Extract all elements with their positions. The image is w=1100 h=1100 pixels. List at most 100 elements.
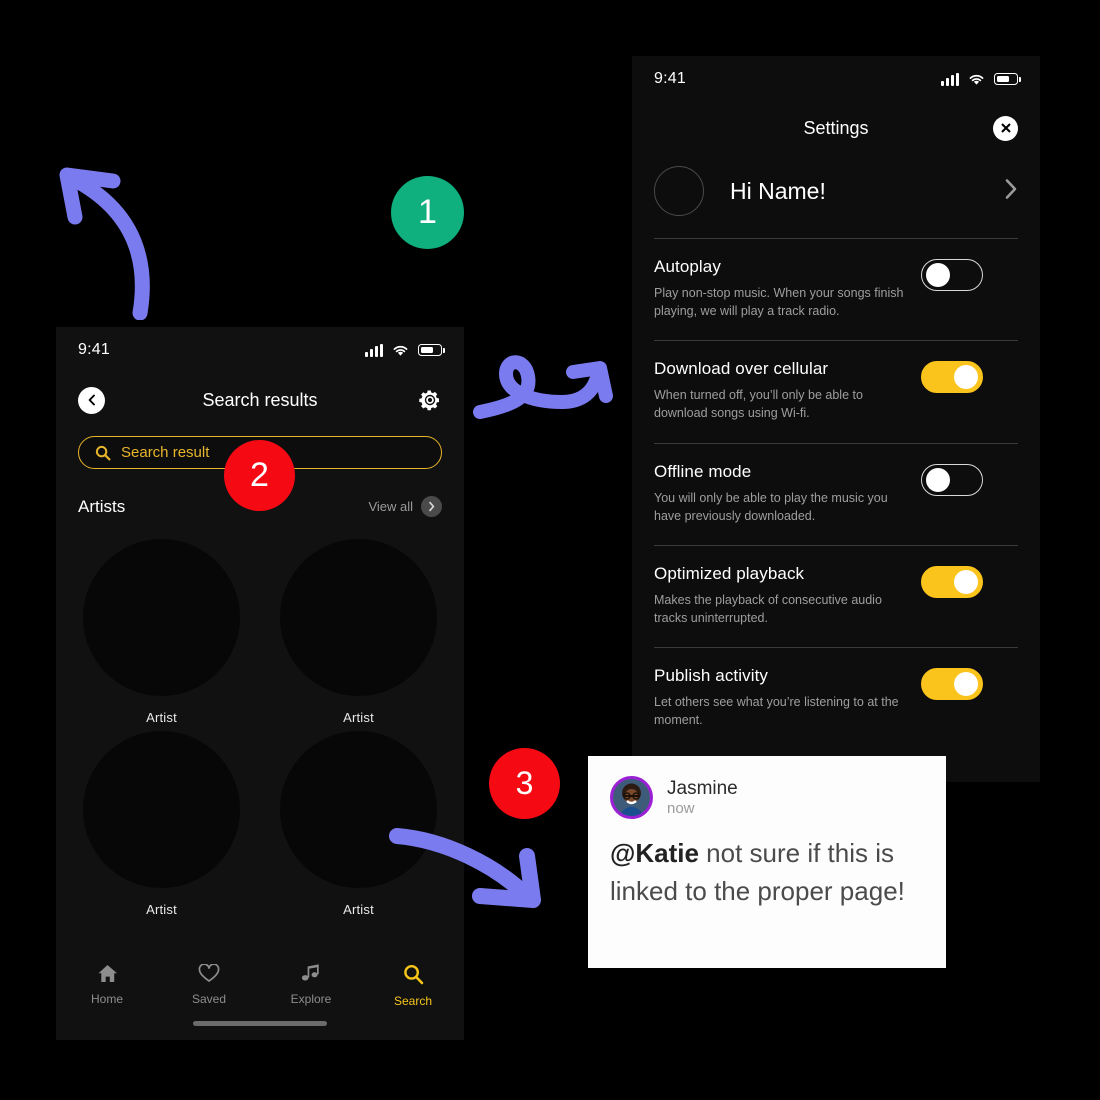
status-bar: 9:41 <box>632 56 1040 102</box>
artist-name: Artist <box>146 902 177 917</box>
heart-icon <box>198 964 220 982</box>
artist-card[interactable]: Artist <box>78 731 245 917</box>
setting-description: You will only be able to play the music … <box>654 490 888 523</box>
artist-card[interactable]: Artist <box>275 731 442 917</box>
artist-name: Artist <box>343 710 374 725</box>
artist-name: Artist <box>343 902 374 917</box>
setting-label: Download over cellular <box>654 359 829 379</box>
setting-text: Download over cellular When turned off, … <box>654 359 909 422</box>
cellular-bars-icon <box>941 72 959 86</box>
toggle-optimized-playback[interactable] <box>921 565 983 598</box>
search-icon <box>403 964 423 985</box>
tab-label: Home <box>90 992 123 1006</box>
annotation-badge-1[interactable]: 1 <box>391 176 464 249</box>
setting-row-download-over-cellular: Download over cellular When turned off, … <box>632 341 1040 442</box>
tab-label: Explore <box>290 992 332 1006</box>
artist-grid: Artist Artist Artist Artist <box>78 539 442 917</box>
toggle-knob <box>926 263 950 287</box>
gear-icon <box>419 390 440 411</box>
status-bar-icons <box>365 343 445 357</box>
status-bar-time: 9:41 <box>654 70 686 87</box>
chevron-right-icon <box>421 496 442 517</box>
toggle-publish-activity[interactable] <box>921 668 983 700</box>
settings-header: Settings <box>632 102 1040 154</box>
badge-number: 3 <box>515 765 534 801</box>
section-title: Artists <box>78 496 126 516</box>
artist-avatar <box>83 731 240 888</box>
setting-text: Offline mode You will only be able to pl… <box>654 462 909 525</box>
artist-name: Artist <box>146 710 177 725</box>
setting-label: Optimized playback <box>654 563 805 583</box>
toggle-knob <box>926 467 950 492</box>
settings-phone-mockup: 9:41 Settings Hi Name! Autoplay Play non… <box>632 56 1040 782</box>
tab-home[interactable]: Home <box>56 964 158 1006</box>
wifi-icon <box>393 345 408 356</box>
arrow-loop-right-icon <box>473 355 613 419</box>
avatar <box>610 776 653 819</box>
setting-description: Let others see what you’re listening to … <box>654 695 899 728</box>
chevron-left-icon <box>88 394 95 406</box>
music-note-icon <box>301 964 319 981</box>
badge-number: 2 <box>250 456 269 494</box>
home-icon <box>98 965 117 982</box>
annotation-badge-2[interactable]: 2 <box>224 440 295 511</box>
view-all-label: View all <box>368 499 413 514</box>
toggle-download-over-cellular[interactable] <box>921 361 983 394</box>
setting-text: Autoplay Play non-stop music. When your … <box>654 257 909 320</box>
artist-card[interactable]: Artist <box>78 539 245 725</box>
toggle-autoplay[interactable] <box>921 259 983 291</box>
toggle-knob <box>954 569 978 594</box>
setting-text: Optimized playback Makes the playback of… <box>654 564 909 627</box>
toggle-offline-mode[interactable] <box>921 463 983 496</box>
screenshot-canvas: 9:41 Search results Search result Artist… <box>0 0 1100 1100</box>
toggle-knob <box>954 672 978 696</box>
status-bar: 9:41 <box>56 327 464 373</box>
comment-body: @Katie not sure if this is linked to the… <box>610 835 924 910</box>
artist-card[interactable]: Artist <box>275 539 442 725</box>
profile-greeting: Hi Name! <box>730 177 826 204</box>
artist-avatar <box>280 731 437 888</box>
tab-search[interactable]: Search <box>362 964 464 1008</box>
comment-mention[interactable]: @Katie <box>610 838 699 868</box>
setting-description: Makes the playback of consecutive audio … <box>654 592 882 625</box>
chevron-right-icon <box>1004 178 1018 205</box>
tab-saved[interactable]: Saved <box>158 964 260 1006</box>
search-results-phone-mockup: 9:41 Search results Search result Artist… <box>56 327 464 1040</box>
setting-description: When turned off, you’ll only be able to … <box>654 388 863 421</box>
tab-explore[interactable]: Explore <box>260 964 362 1006</box>
tab-label: Saved <box>191 992 227 1006</box>
user-photo-avatar-icon <box>613 779 650 816</box>
artist-avatar <box>280 539 437 696</box>
page-title: Search results <box>202 389 318 410</box>
battery-icon <box>418 344 445 356</box>
setting-description: Play non-stop music. When your songs fin… <box>654 286 904 319</box>
setting-row-publish-activity: Publish activity Let others see what you… <box>632 648 1040 749</box>
wifi-icon <box>969 74 984 85</box>
toggle-knob <box>954 365 978 390</box>
comment-author-block: Jasmine now <box>667 778 738 818</box>
tab-label: Search <box>393 994 433 1008</box>
setting-label: Publish activity <box>654 666 769 685</box>
badge-number: 1 <box>418 193 437 231</box>
close-button[interactable] <box>993 115 1018 141</box>
search-input-value: Search result <box>121 444 210 461</box>
comment-timestamp: now <box>667 800 695 818</box>
annotation-badge-3[interactable]: 3 <box>489 748 560 819</box>
comment-author: Jasmine <box>667 777 738 799</box>
settings-title: Settings <box>803 117 869 138</box>
settings-gear-button[interactable] <box>418 388 442 412</box>
avatar <box>654 166 704 216</box>
setting-row-offline-mode: Offline mode You will only be able to pl… <box>632 444 1040 545</box>
battery-icon <box>994 73 1021 85</box>
comment-card: Jasmine now @Katie not sure if this is l… <box>588 756 946 968</box>
status-bar-time: 9:41 <box>78 341 110 358</box>
view-all-button[interactable]: View all <box>368 496 442 517</box>
home-indicator <box>193 1021 327 1026</box>
setting-row-autoplay: Autoplay Play non-stop music. When your … <box>632 239 1040 340</box>
close-icon <box>1001 123 1010 133</box>
profile-row[interactable]: Hi Name! <box>632 154 1040 238</box>
back-button[interactable] <box>78 386 105 414</box>
status-bar-icons <box>941 72 1021 86</box>
setting-row-optimized-playback: Optimized playback Makes the playback of… <box>632 546 1040 647</box>
cellular-bars-icon <box>365 343 383 357</box>
